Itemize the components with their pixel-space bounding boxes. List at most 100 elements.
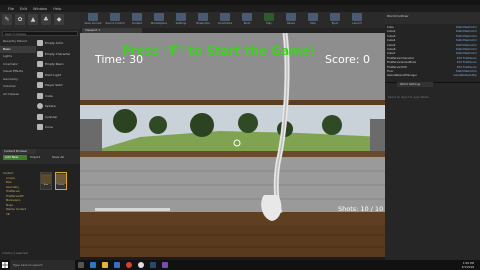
- windows-taskbar: Type here to search 1:06 PM 3/3/2018: [0, 260, 480, 270]
- actor-item[interactable]: Sphere: [36, 101, 80, 112]
- outliner-title: World Outliner: [385, 12, 480, 24]
- menu-help[interactable]: Help: [53, 7, 61, 11]
- actor-icon: [37, 50, 43, 57]
- modes-tabs: ✎ ✿ ▲ ♣ ◆: [0, 12, 80, 29]
- store-icon[interactable]: [111, 260, 123, 270]
- power-bar: [95, 208, 170, 211]
- asset-tile[interactable]: Quiver: [55, 172, 67, 190]
- save-current-button[interactable]: Save Current: [82, 12, 104, 28]
- asset-thumbnail: [56, 174, 66, 184]
- actor-item[interactable]: Cone: [36, 122, 80, 133]
- menu-edit[interactable]: Edit: [20, 7, 27, 11]
- tree: [190, 113, 214, 137]
- geometry-mode-icon[interactable]: ◆: [54, 14, 64, 25]
- actor-item[interactable]: Empty Actor: [36, 38, 80, 49]
- category-lights[interactable]: Lights: [0, 53, 36, 61]
- category-basic[interactable]: Basic: [0, 45, 36, 53]
- outliner-row[interactable]: GameNetworkManager GameNetworkMgr: [387, 74, 479, 78]
- floor: [80, 212, 385, 225]
- system-clock[interactable]: 1:06 PM 3/3/2018: [461, 261, 474, 269]
- taskbar-search-input[interactable]: Type here to search: [10, 260, 75, 270]
- tree: [113, 109, 137, 133]
- category-volumes[interactable]: Volumes: [0, 83, 36, 91]
- marketplace-button[interactable]: Marketplace: [148, 12, 170, 28]
- menu-window[interactable]: Window: [33, 7, 47, 11]
- save-all-button[interactable]: Save All: [52, 155, 76, 160]
- gear-icon: [176, 13, 186, 21]
- details-panel: [385, 82, 480, 261]
- actor-icon: [37, 40, 43, 47]
- world-settings-tab[interactable]: World Settings: [397, 82, 433, 87]
- content-browser-tab[interactable]: Content Browser: [2, 149, 36, 154]
- stop-button[interactable]: Stop: [302, 12, 324, 28]
- save-icon: [88, 13, 98, 21]
- foliage-mode-icon[interactable]: ♣: [41, 14, 51, 25]
- actor-item[interactable]: Cube: [36, 91, 80, 102]
- category-list: Recently Placed Basic Lights Cinematic V…: [0, 38, 36, 98]
- category-cinematic[interactable]: Cinematic: [0, 61, 36, 69]
- asset-tile[interactable]: Bow: [40, 172, 52, 190]
- source-control-icon: [110, 13, 120, 21]
- start-prompt: Press "F" to Start the Game!: [122, 44, 316, 58]
- category-visual-effects[interactable]: Visual Effects: [0, 68, 36, 76]
- paint-mode-icon[interactable]: ✿: [15, 14, 25, 25]
- right-fence: [370, 119, 385, 155]
- visual-studio-icon[interactable]: [159, 260, 171, 270]
- blueprints-button[interactable]: Blueprints: [192, 12, 214, 28]
- stop-icon: [308, 13, 318, 21]
- play-icon: [264, 13, 274, 21]
- pause-button[interactable]: Pause: [280, 12, 302, 28]
- windows-start-icon[interactable]: [0, 260, 10, 270]
- launch-button[interactable]: Launch: [346, 12, 368, 28]
- actor-item[interactable]: Point Light: [36, 70, 80, 81]
- window-top-beam: [80, 100, 385, 105]
- viewport-lower: [80, 225, 385, 260]
- category-recently-placed[interactable]: Recently Placed: [0, 38, 36, 46]
- cinematics-icon: [220, 13, 230, 21]
- settings-button[interactable]: Settings: [170, 12, 192, 28]
- asset-grid: Bow Quiver: [40, 172, 80, 212]
- actor-item[interactable]: Player Start: [36, 80, 80, 91]
- category-geometry[interactable]: Geometry: [0, 76, 36, 84]
- unreal-icon[interactable]: [135, 260, 147, 270]
- actor-item[interactable]: Cylinder: [36, 112, 80, 123]
- game-viewport[interactable]: Press "F" to Start the Game! Time: 30 Sc…: [80, 33, 385, 225]
- steam-icon[interactable]: [147, 260, 159, 270]
- content-icon: [132, 13, 142, 21]
- place-mode-icon[interactable]: ✎: [2, 14, 12, 25]
- file-explorer-icon[interactable]: [99, 260, 111, 270]
- menu-bar: File Edit Window Help: [0, 5, 480, 12]
- tree: [149, 116, 167, 134]
- launch-icon: [352, 13, 362, 21]
- play-button[interactable]: Play: [258, 12, 280, 28]
- player-start-icon: [37, 82, 43, 89]
- build-button[interactable]: Build: [236, 12, 258, 28]
- import-button[interactable]: Import: [30, 155, 48, 160]
- actor-item[interactable]: Empty Pawn: [36, 59, 80, 70]
- content-button[interactable]: Content: [126, 12, 148, 28]
- add-new-button[interactable]: Add New: [3, 155, 27, 160]
- cone-icon: [37, 124, 43, 131]
- counter-shelf: [80, 151, 385, 157]
- source-control-button[interactable]: Source Control: [104, 12, 126, 28]
- left-fence: [80, 119, 102, 155]
- cinematics-button[interactable]: Cinematics: [214, 12, 236, 28]
- task-view-icon[interactable]: [75, 260, 87, 270]
- search-classes-input[interactable]: Search Classes: [2, 31, 78, 36]
- sphere-icon: [37, 103, 43, 110]
- eject-button[interactable]: Eject: [324, 12, 346, 28]
- folder-item[interactable]: VR: [3, 213, 35, 218]
- edge-icon[interactable]: [87, 260, 99, 270]
- menu-file[interactable]: File: [8, 7, 14, 11]
- folder-tree: Content Arrows Bow Geometry FirstPerson …: [3, 172, 35, 217]
- marketplace-icon: [154, 13, 164, 21]
- chrome-icon[interactable]: [123, 260, 135, 270]
- cube-icon: [37, 92, 43, 99]
- light-icon: [37, 71, 43, 78]
- landscape-mode-icon[interactable]: ▲: [28, 14, 38, 25]
- actor-item[interactable]: Empty Character: [36, 49, 80, 60]
- content-browser-status: 2 items (1 selected): [2, 252, 28, 255]
- cylinder-icon: [37, 113, 43, 120]
- build-icon: [242, 13, 252, 21]
- category-all-classes[interactable]: All Classes: [0, 91, 36, 99]
